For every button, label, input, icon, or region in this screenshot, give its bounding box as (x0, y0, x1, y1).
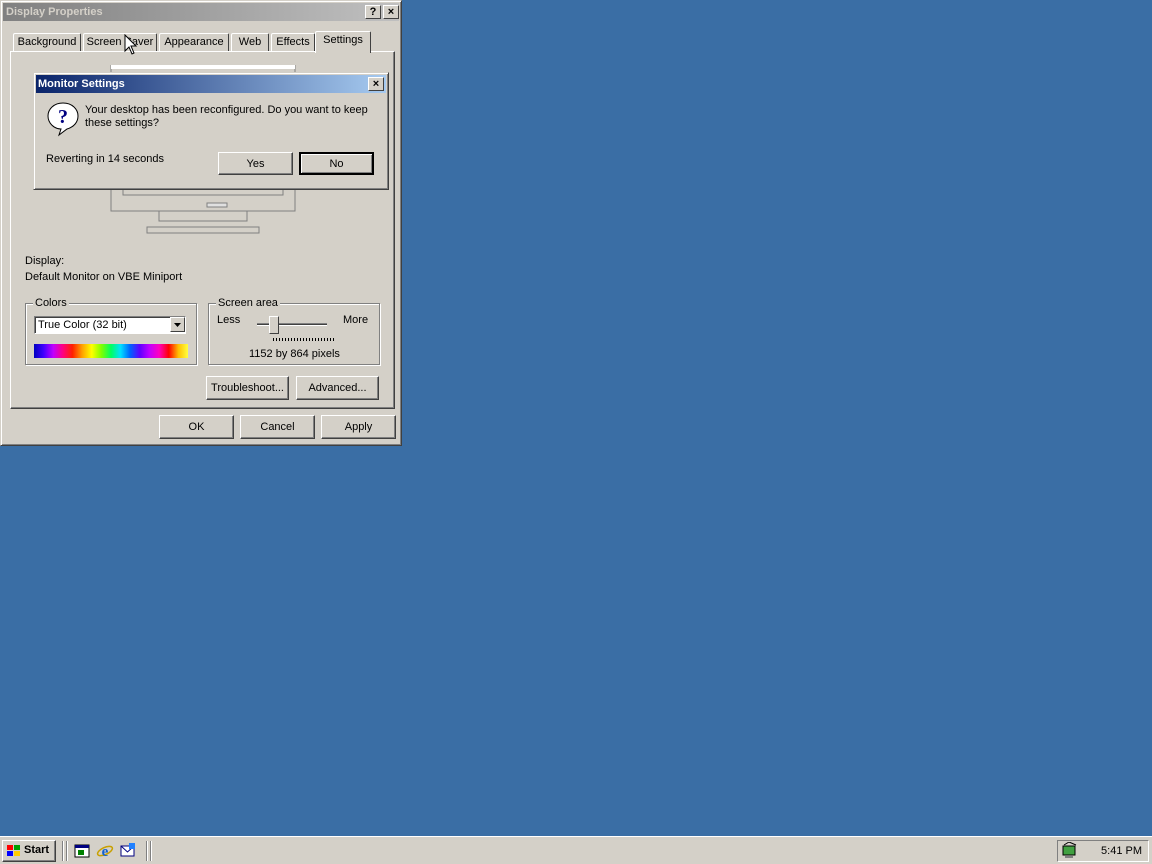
display-value: Default Monitor on VBE Miniport (25, 271, 183, 283)
slider-track (257, 323, 327, 326)
colors-selected-value: True Color (32 bit) (38, 319, 127, 331)
dialog-message: Your desktop has been reconfigured. Do y… (85, 104, 368, 129)
advanced-button[interactable]: Advanced... (296, 376, 379, 400)
tab-appearance[interactable]: Appearance (159, 33, 229, 51)
mouse-cursor-icon (124, 34, 138, 55)
start-label: Start (24, 844, 50, 856)
taskbar-separator (146, 841, 148, 861)
svg-text:?: ? (58, 106, 68, 128)
colors-group: Colors True Color (32 bit) (25, 297, 197, 365)
screen-area-value: 1152 by 864 pixels (249, 348, 340, 360)
troubleshoot-button[interactable]: Troubleshoot... (206, 376, 289, 400)
tab-web[interactable]: Web (231, 33, 269, 51)
internet-explorer-icon[interactable]: e (96, 842, 114, 860)
display-label: Display: (25, 255, 65, 267)
display-settings-tray-icon[interactable] (1061, 842, 1079, 860)
colors-group-title: Colors (33, 297, 69, 309)
tab-settings[interactable]: Settings (315, 31, 371, 53)
system-tray: 5:41 PM (1057, 840, 1149, 862)
tab-background[interactable]: Background (13, 33, 81, 51)
window-title: Display Properties (6, 6, 103, 18)
question-icon: ? (47, 102, 79, 137)
taskbar-separator (66, 841, 68, 861)
dialog-title: Monitor Settings (38, 78, 125, 90)
less-label: Less (217, 314, 241, 326)
dialog-close-button[interactable]: × (368, 77, 384, 91)
windows-logo-icon (7, 845, 20, 856)
tab-screen-saver[interactable]: Screen Saver (83, 33, 157, 51)
tab-effects[interactable]: Effects (271, 33, 315, 51)
monitor-settings-dialog: Monitor Settings × ? Your desktop has be… (33, 72, 389, 190)
show-desktop-icon[interactable] (73, 842, 91, 860)
more-label: More (343, 314, 369, 326)
taskbar-separator (62, 841, 64, 861)
yes-button[interactable]: Yes (218, 152, 293, 175)
close-button[interactable]: × (383, 5, 399, 19)
clock[interactable]: 5:41 PM (1101, 845, 1142, 857)
slider-ticks (273, 338, 335, 341)
taskbar: Start e 5:41 PM (0, 836, 1152, 864)
color-spectrum-bar (34, 344, 188, 358)
colors-dropdown[interactable]: True Color (32 bit) (34, 316, 186, 334)
monitor-settings-titlebar[interactable]: Monitor Settings × (36, 75, 386, 93)
screen-area-group-title: Screen area (216, 297, 280, 309)
countdown-text: Reverting in 14 seconds (46, 153, 165, 165)
help-button[interactable]: ? (365, 5, 381, 19)
taskbar-separator (150, 841, 152, 861)
cancel-button[interactable]: Cancel (240, 415, 315, 439)
apply-button[interactable]: Apply (321, 415, 396, 439)
svg-text:e: e (102, 844, 109, 860)
no-button[interactable]: No (299, 152, 374, 175)
screen-area-group: Screen area Less More 1152 by 864 pixels (208, 297, 380, 365)
start-button[interactable]: Start (2, 840, 56, 862)
screen-area-slider[interactable] (257, 316, 335, 344)
display-properties-window: Display Properties ? × Background Screen… (0, 0, 402, 446)
display-properties-titlebar[interactable]: Display Properties ? × (3, 3, 399, 21)
ok-button[interactable]: OK (159, 415, 234, 439)
chevron-down-icon[interactable] (170, 317, 185, 332)
outlook-express-icon[interactable] (119, 842, 137, 860)
slider-thumb[interactable] (269, 316, 279, 334)
